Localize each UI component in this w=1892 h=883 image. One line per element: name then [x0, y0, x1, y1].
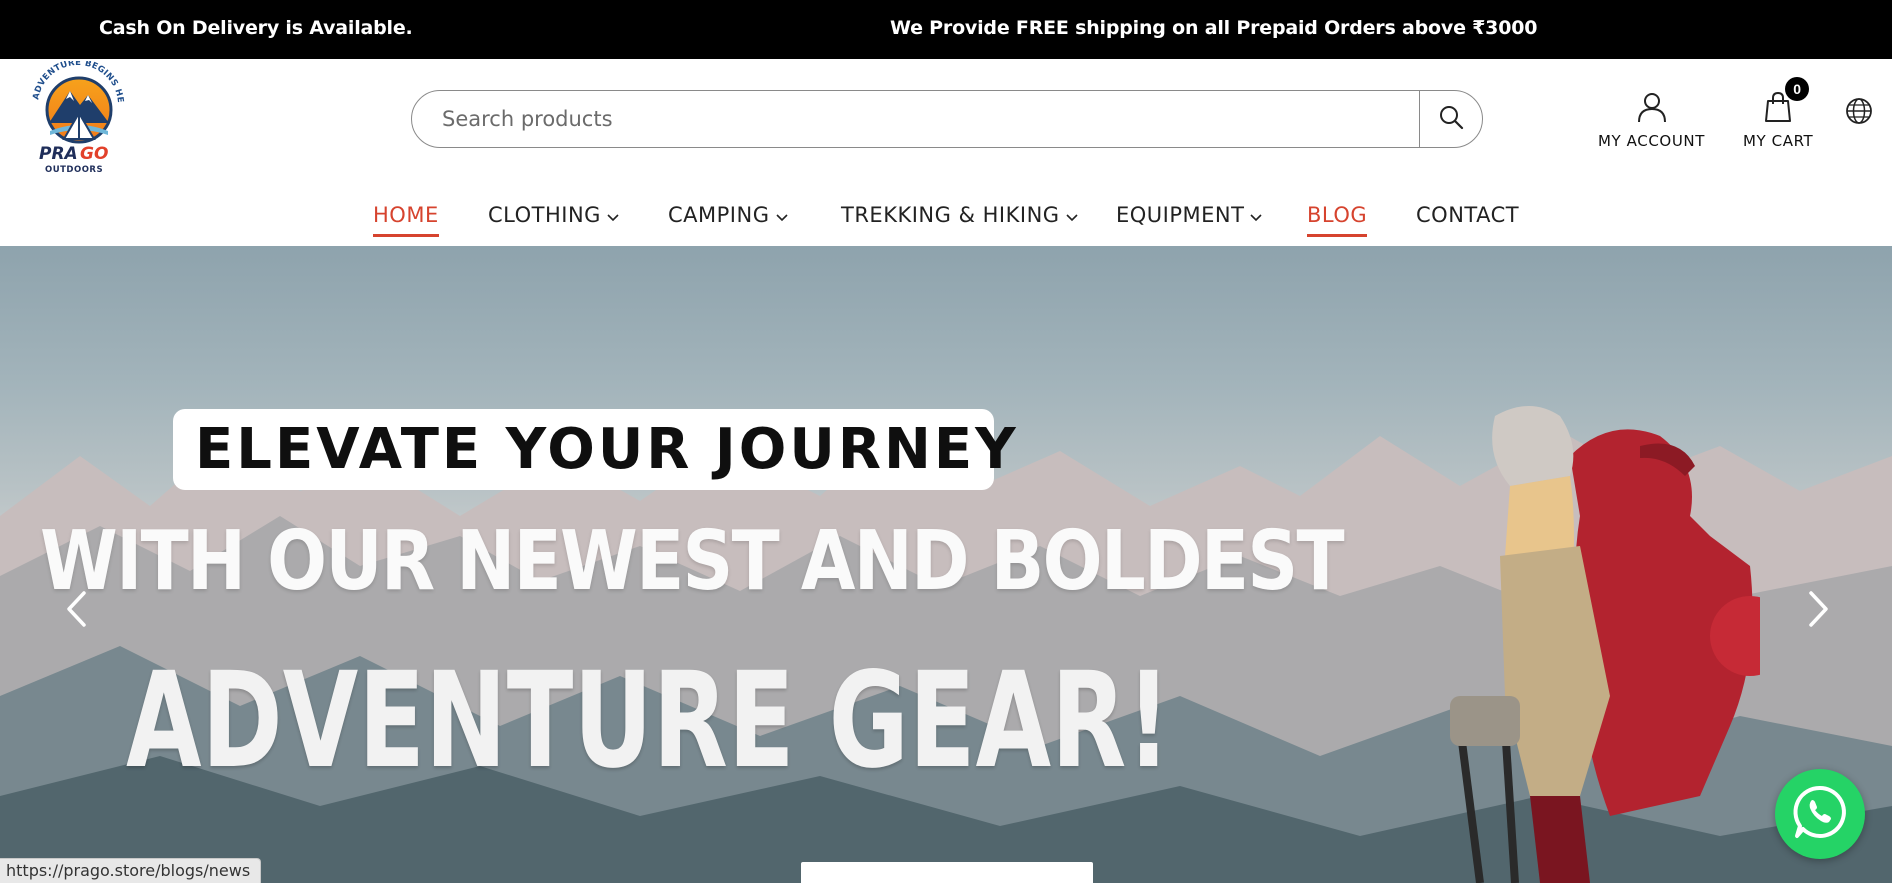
nav-item-label: HOME	[373, 203, 439, 227]
slider-prev-button[interactable]	[56, 586, 96, 636]
svg-text:GO: GO	[80, 144, 108, 164]
hero-headline: ELEVATE YOUR JOURNEY	[195, 417, 1019, 482]
site-header: ADVENTURE BEGINS HERE PRA GO OUTDOORS	[0, 54, 1892, 246]
nav-item-home[interactable]: HOME	[373, 195, 439, 237]
status-bar-url: https://prago.store/blogs/news	[0, 858, 262, 883]
my-cart-button[interactable]: 0 MY CART	[1743, 77, 1814, 150]
main-navigation: HOME CLOTHING CAMPING TREKKING & HIKING …	[0, 195, 1892, 237]
hero-headline-box: ELEVATE YOUR JOURNEY	[173, 409, 1016, 490]
shopping-bag-icon: 0	[1763, 77, 1810, 128]
nav-item-equipment[interactable]: EQUIPMENT	[1116, 195, 1263, 235]
search-bar	[411, 90, 1483, 148]
hero-slider: ELEVATE YOUR JOURNEY WITH OUR NEWEST AND…	[0, 246, 1892, 883]
nav-item-trekking-hiking[interactable]: TREKKING & HIKING	[841, 195, 1078, 235]
nav-item-contact[interactable]: CONTACT	[1416, 195, 1519, 235]
chevron-down-icon	[1065, 203, 1078, 227]
site-logo[interactable]: ADVENTURE BEGINS HERE PRA GO OUTDOORS	[27, 54, 130, 179]
hero-subheadline: WITH OUR NEWEST AND BOLDEST	[40, 514, 1345, 609]
whatsapp-chat-button[interactable]	[1775, 769, 1865, 859]
nav-item-label: CAMPING	[668, 203, 770, 227]
my-account-label: MY ACCOUNT	[1598, 132, 1705, 150]
announcement-free-shipping: We Provide FREE shipping on all Prepaid …	[890, 17, 1538, 39]
chevron-down-icon	[1250, 203, 1263, 227]
svg-text:OUTDOORS: OUTDOORS	[45, 165, 103, 175]
nav-item-label: CLOTHING	[488, 203, 601, 227]
slider-next-button[interactable]	[1799, 586, 1839, 636]
chevron-right-icon	[1808, 590, 1830, 633]
search-button[interactable]	[1420, 91, 1482, 147]
search-input[interactable]	[442, 91, 1402, 147]
nav-item-label: EQUIPMENT	[1116, 203, 1245, 227]
nav-item-clothing[interactable]: CLOTHING	[488, 195, 619, 235]
announcement-cod: Cash On Delivery is Available.	[99, 17, 413, 39]
my-account-button[interactable]: MY ACCOUNT	[1598, 91, 1705, 150]
hero-title: ADVENTURE GEAR!	[126, 644, 1171, 798]
whatsapp-icon	[1790, 782, 1850, 847]
nav-item-label: TREKKING & HIKING	[841, 203, 1060, 227]
nav-item-label: BLOG	[1307, 203, 1368, 227]
chevron-down-icon	[607, 203, 619, 227]
announcement-bar: Cash On Delivery is Available. We Provid…	[0, 0, 1892, 59]
globe-icon	[1845, 98, 1873, 129]
cart-count-badge: 0	[1785, 77, 1810, 101]
nav-item-blog[interactable]: BLOG	[1307, 195, 1368, 237]
logo-graphic: ADVENTURE BEGINS HERE PRA GO OUTDOORS	[27, 54, 125, 175]
svg-text:PRA: PRA	[39, 144, 78, 164]
chevron-down-icon	[775, 203, 788, 227]
nav-item-label: CONTACT	[1416, 203, 1520, 227]
chevron-left-icon	[65, 590, 87, 633]
language-selector[interactable]	[1845, 97, 1873, 130]
user-icon	[1637, 91, 1667, 128]
hero-cta-button[interactable]	[801, 862, 1093, 883]
hiker-image	[1450, 406, 1760, 883]
search-icon	[1438, 104, 1464, 135]
nav-item-camping[interactable]: CAMPING	[668, 195, 788, 235]
my-cart-label: MY CART	[1743, 132, 1814, 150]
